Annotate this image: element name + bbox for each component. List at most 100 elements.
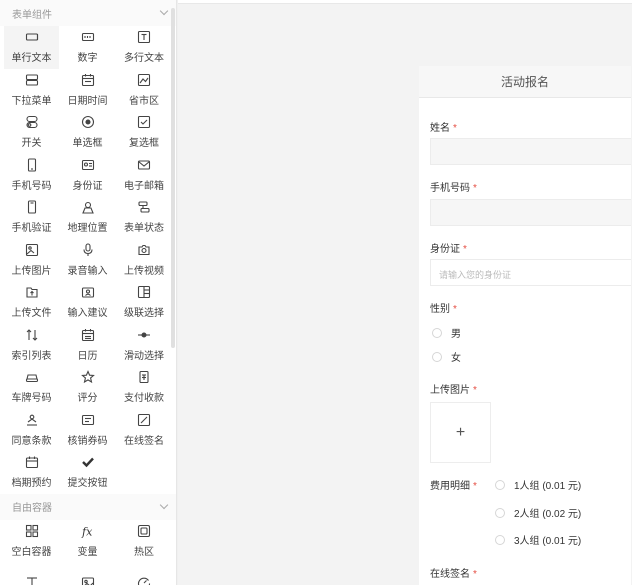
component-item[interactable]: 复选框: [116, 111, 172, 154]
component-item[interactable]: 单选框: [59, 111, 116, 154]
radio-circle[interactable]: [495, 534, 505, 545]
switch-icon: [25, 115, 39, 129]
component-item[interactable]: [59, 562, 116, 585]
form-components-header[interactable]: 表单组件: [0, 0, 176, 26]
component-item[interactable]: 多行文本: [116, 26, 172, 69]
fee-option-1[interactable]: 1人组 (0.01 元): [495, 477, 581, 492]
component-item[interactable]: 数字: [59, 26, 116, 69]
component-label: 多行文本: [124, 53, 164, 65]
panel-scrollbar[interactable]: [171, 8, 175, 348]
gender-option-male[interactable]: 男: [432, 325, 461, 340]
component-label: 单行文本: [11, 53, 52, 65]
component-label: 省市区: [129, 95, 159, 107]
component-item[interactable]: 手机号码: [4, 154, 59, 197]
form-preview: 活动报名 姓名 * 手机号码 * 身份证 * 请输入您的身份证 性别 * 男 女 上传图…: [419, 66, 631, 585]
component-item[interactable]: 身份证: [59, 154, 116, 197]
container-components-grid: 空白容器 fx 变量 热区: [0, 520, 176, 585]
component-label: 手机号码: [11, 180, 52, 192]
car-icon: [25, 370, 39, 384]
file-upload-icon: [25, 285, 39, 299]
check-icon: [81, 455, 95, 469]
component-item[interactable]: 评分: [59, 366, 116, 409]
component-item[interactable]: 下拉菜单: [4, 69, 59, 112]
form-components-grid: 单行文本 数字 多行文本下拉菜单 日期时间 省市区开关 单选框 复选框手机号码 身份证 电子邮箱…: [0, 26, 176, 494]
component-item[interactable]: 地理位置: [59, 196, 116, 239]
component-label: 支付收款: [124, 393, 164, 405]
component-item[interactable]: 车牌号码: [4, 366, 59, 409]
free-container-title: 自由容器: [12, 503, 52, 514]
component-label: 滑动选择: [124, 350, 164, 362]
component-item[interactable]: fx 变量: [59, 520, 116, 563]
component-item[interactable]: 手机验证: [4, 196, 59, 239]
component-label: 评分: [77, 393, 98, 405]
name-label: 姓名 *: [430, 123, 457, 134]
booking-icon: [25, 455, 39, 469]
component-item[interactable]: 核销券码: [59, 409, 116, 452]
component-item[interactable]: 电子邮箱: [116, 154, 172, 197]
hotspot-icon: [137, 524, 151, 538]
free-container-header[interactable]: 自由容器: [0, 493, 176, 520]
component-item[interactable]: 级联选择: [116, 281, 172, 324]
id-card-input[interactable]: 请输入您的身份证: [430, 259, 631, 286]
component-item[interactable]: 省市区: [116, 69, 172, 112]
component-label: 热区: [134, 546, 154, 558]
upload-image-box[interactable]: +: [430, 402, 491, 463]
chevron-down-icon[interactable]: [160, 9, 168, 17]
component-item[interactable]: 上传文件: [4, 281, 59, 324]
cascade-icon: [137, 285, 151, 299]
component-item[interactable]: 空白容器: [4, 520, 59, 563]
phone-label: 手机号码 *: [430, 183, 477, 194]
radio-circle[interactable]: [495, 507, 505, 518]
plus-icon: +: [455, 423, 466, 441]
component-item[interactable]: [4, 562, 59, 585]
fee-option-2[interactable]: 2人组 (0.02 元): [495, 505, 581, 520]
component-item[interactable]: 录音输入: [59, 239, 116, 282]
component-item[interactable]: 档期预约: [4, 451, 59, 494]
form-components-title: 表单组件: [12, 9, 52, 21]
component-label: 核销券码: [67, 435, 108, 447]
component-item[interactable]: 支付收款: [116, 366, 172, 409]
signature-icon: [137, 413, 151, 427]
blank-container-icon: [25, 524, 39, 538]
component-item[interactable]: 开关: [4, 111, 59, 154]
component-item[interactable]: 索引列表: [4, 324, 59, 367]
component-label: 空白容器: [11, 546, 52, 558]
component-item[interactable]: 表单状态: [116, 196, 172, 239]
component-item[interactable]: 在线签名: [116, 409, 172, 452]
component-item[interactable]: 热区: [116, 520, 172, 563]
component-item[interactable]: 日期时间: [59, 69, 116, 112]
component-label: 变量: [77, 546, 98, 558]
component-label: 输入建议: [67, 308, 108, 320]
phone-input[interactable]: [430, 199, 631, 226]
component-item[interactable]: 同意条款: [4, 409, 59, 452]
component-label: 电子邮箱: [124, 180, 164, 192]
number-icon: [81, 30, 95, 44]
component-item[interactable]: 输入建议: [59, 281, 116, 324]
component-item[interactable]: 滑动选择: [116, 324, 172, 367]
checkbox-icon: [137, 115, 151, 129]
upload-image-label: 上传图片 *: [430, 385, 477, 396]
component-item[interactable]: 日历: [59, 324, 116, 367]
progress-icon: [137, 576, 151, 585]
name-input[interactable]: [430, 138, 631, 165]
microphone-icon: [81, 243, 95, 257]
component-item[interactable]: 单行文本: [4, 26, 59, 69]
radio-icon: [81, 115, 95, 129]
component-label: 下拉菜单: [11, 95, 52, 107]
gender-option-female[interactable]: 女: [432, 349, 461, 364]
component-item[interactable]: 上传视频: [116, 239, 172, 282]
calendar-icon: [81, 73, 95, 87]
component-label: 手机验证: [11, 223, 52, 235]
chevron-down-icon[interactable]: [160, 503, 168, 511]
component-label: 单选框: [72, 138, 103, 150]
component-label: 提交按钮: [67, 478, 108, 490]
fee-option-3[interactable]: 3人组 (0.01 元): [495, 532, 581, 547]
canvas-top-strip: [178, 0, 632, 4]
component-item[interactable]: 提交按钮: [59, 451, 116, 494]
radio-circle[interactable]: [495, 479, 505, 490]
radio-circle[interactable]: [432, 351, 442, 362]
radio-circle[interactable]: [432, 327, 442, 338]
component-item[interactable]: [116, 562, 172, 585]
phone-verify-icon: [25, 200, 39, 214]
component-item[interactable]: 上传图片: [4, 239, 59, 282]
